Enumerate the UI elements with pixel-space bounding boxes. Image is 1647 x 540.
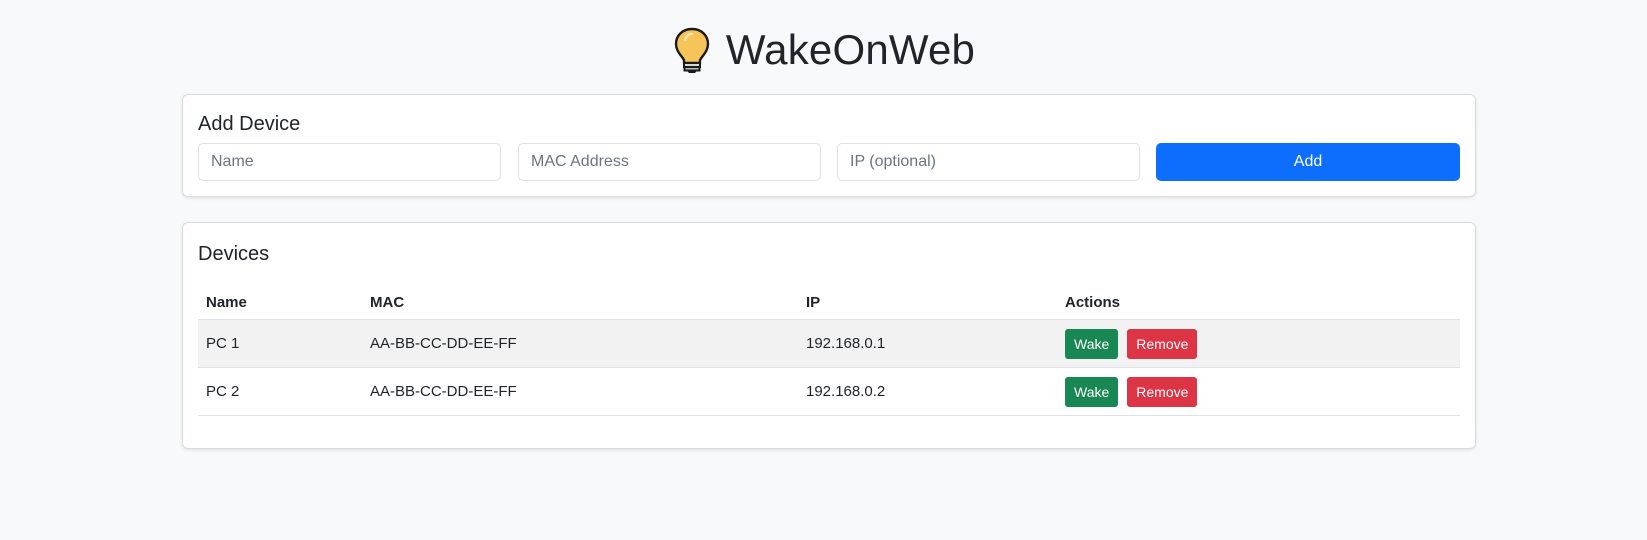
table-header-row: Name MAC IP Actions (198, 285, 1460, 320)
devices-card: Devices Name MAC IP Actions PC 1 AA-BB-C… (182, 222, 1476, 449)
column-header-ip: IP (798, 285, 1057, 320)
device-name: PC 2 (198, 367, 362, 416)
column-header-name: Name (198, 285, 362, 320)
device-mac: AA-BB-CC-DD-EE-FF (362, 319, 798, 368)
add-device-title: Add Device (198, 113, 301, 135)
column-header-actions: Actions (1057, 285, 1460, 320)
device-mac: AA-BB-CC-DD-EE-FF (362, 367, 798, 416)
lightbulb-icon (674, 27, 710, 73)
ip-input[interactable] (837, 143, 1140, 181)
mac-address-input[interactable] (518, 143, 821, 181)
name-input[interactable] (198, 143, 501, 181)
app-header: WakeOnWeb (0, 22, 1647, 78)
table-row: PC 1 AA-BB-CC-DD-EE-FF 192.168.0.1 Wake R… (198, 319, 1460, 368)
table-row: PC 2 AA-BB-CC-DD-EE-FF 192.168.0.2 Wake R… (198, 367, 1460, 416)
wake-button[interactable]: Wake (1065, 328, 1119, 359)
add-device-card: Add Device Add (182, 94, 1476, 197)
device-actions: Wake Remove (1057, 367, 1460, 416)
device-ip: 192.168.0.2 (798, 367, 1057, 416)
devices-title: Devices (198, 243, 270, 265)
add-button[interactable]: Add (1156, 143, 1460, 181)
remove-button[interactable]: Remove (1127, 376, 1198, 407)
wake-button[interactable]: Wake (1065, 376, 1119, 407)
page-title: WakeOnWeb (725, 26, 976, 73)
device-name: PC 1 (198, 319, 362, 368)
column-header-mac: MAC (362, 285, 798, 320)
device-ip: 192.168.0.1 (798, 319, 1057, 368)
remove-button[interactable]: Remove (1127, 328, 1198, 359)
device-actions: Wake Remove (1057, 319, 1460, 368)
devices-table: Name MAC IP Actions PC 1 AA-BB-CC-DD-EE-… (198, 285, 1460, 416)
